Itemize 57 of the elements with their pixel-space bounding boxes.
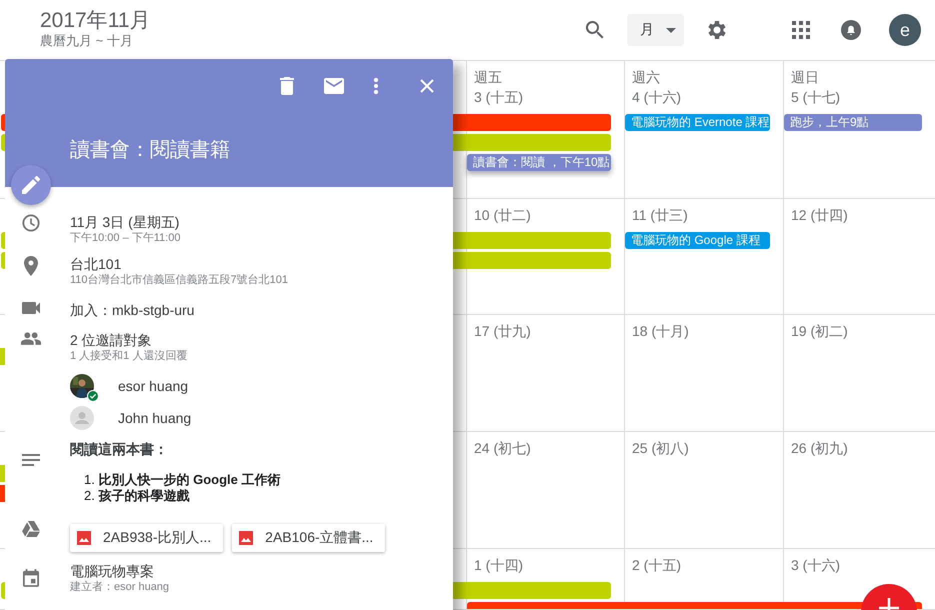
lunar-subtitle: 農曆九月 ~ 十月: [40, 32, 134, 48]
people-icon: [21, 332, 41, 345]
date-label: 19 (初二): [791, 322, 849, 341]
location-pin-icon: [24, 256, 38, 276]
detail-subtext: 下午10:00 – 下午11:00: [70, 231, 180, 245]
view-dropdown[interactable]: 月: [627, 14, 684, 46]
drive-triangle-icon: [22, 521, 40, 537]
date-label: 2 (十五): [632, 556, 682, 575]
edit-button[interactable]: [11, 165, 51, 205]
event-title: 讀書會：閱讀書籍: [70, 138, 230, 163]
date-label: 10 (廿二): [474, 206, 532, 225]
weekday-label: 週六: [632, 68, 661, 87]
email-icon[interactable]: [324, 78, 344, 94]
date-label: 17 (廿九): [474, 322, 532, 341]
calendar-icon: [23, 569, 39, 587]
image-file-icon: [239, 531, 254, 545]
detail-subtext: 建立者：esor huang: [70, 580, 170, 594]
detail-text: 11月 3日 (星期五): [70, 213, 180, 231]
book-list-item: 1. 比別人快一步的 Google 工作術: [84, 472, 282, 488]
date-label: 26 (初九): [791, 439, 849, 458]
date-label: 18 (十月): [632, 322, 690, 341]
image-file-icon: [77, 531, 91, 545]
apps-grid-icon[interactable]: [792, 21, 810, 39]
detail-text: 電腦玩物專案: [70, 562, 154, 580]
description-lines-icon: [22, 454, 40, 466]
date-label: 3 (十六): [791, 556, 841, 575]
pencil-icon: [22, 176, 40, 194]
date-label: 5 (十七): [791, 88, 841, 107]
date-label: 3 (十五): [474, 88, 524, 107]
caret-icon: [666, 28, 676, 32]
detail-text: 閱讀這兩本書：: [70, 440, 168, 458]
guest-name: John huang: [118, 410, 192, 426]
detail-subtext: 1 人接受和1 人還沒回覆: [70, 349, 188, 363]
delete-icon[interactable]: [280, 77, 294, 95]
detail-text: 台北101: [70, 255, 122, 273]
detail-subtext: 110台灣台北市信義區信義路五段7號台北101: [70, 273, 288, 287]
account-avatar[interactable]: e: [889, 14, 921, 46]
date-label: 4 (十六): [632, 88, 682, 107]
attachment-chip[interactable]: 2AB938-比別人...: [70, 524, 224, 552]
date-label: 11 (廿三): [632, 206, 689, 225]
detail-text: 2 位邀請對象: [70, 331, 152, 349]
video-camera-icon: [22, 302, 40, 314]
date-label: 24 (初七): [474, 439, 532, 458]
guest-name: esor huang: [118, 378, 188, 394]
attachment-chip[interactable]: 2AB106-立體書...: [232, 524, 386, 552]
weekday-label: 週五: [474, 68, 503, 87]
month-title: 2017年11月: [40, 8, 151, 32]
clock-icon: [22, 214, 40, 232]
close-icon[interactable]: [420, 79, 434, 93]
date-label: 12 (廿四): [791, 206, 849, 225]
date-label: 1 (十四): [474, 556, 524, 575]
weekday-label: 週日: [791, 68, 820, 87]
notification-bell-icon[interactable]: [840, 19, 862, 41]
more-options-icon[interactable]: [374, 78, 378, 94]
book-list-item: 2. 孩子的科學遊戲: [84, 488, 190, 504]
detail-text: 加入：mkb-stgb-uru: [70, 301, 194, 319]
date-label: 25 (初八): [632, 439, 690, 458]
